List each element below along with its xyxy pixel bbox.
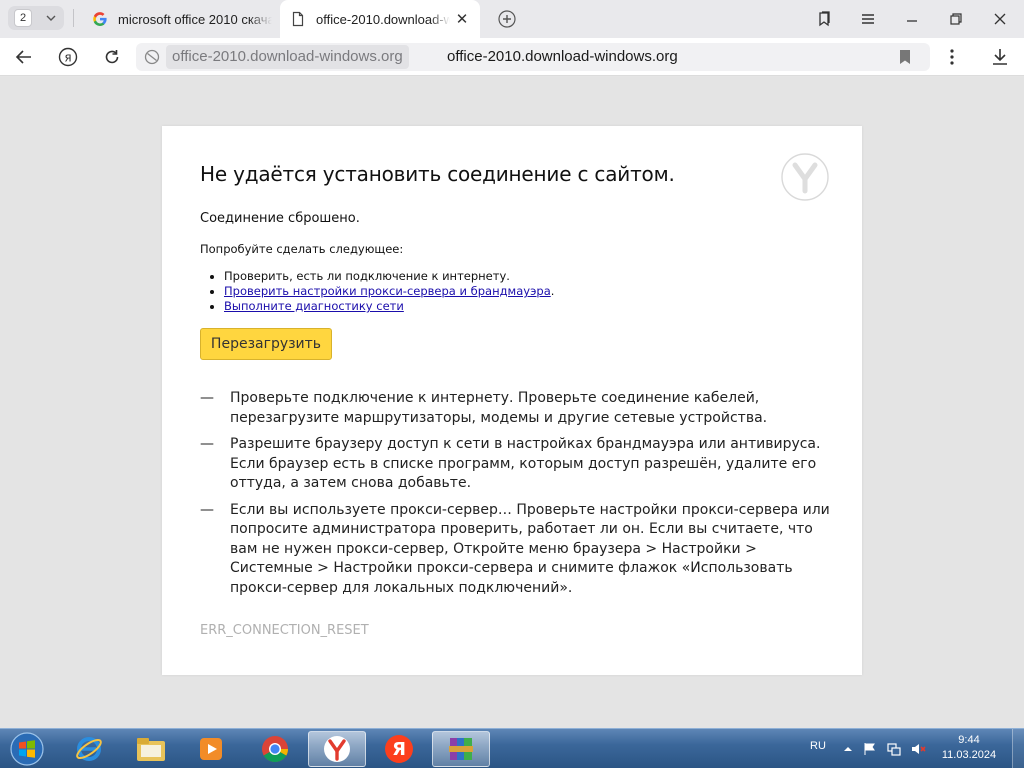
windows-start-icon — [10, 732, 44, 766]
winrar-icon — [449, 738, 473, 760]
start-button[interactable] — [4, 730, 50, 768]
site-info-icon[interactable] — [144, 49, 160, 65]
show-desktop-button[interactable] — [1012, 729, 1024, 768]
advice-text: Если вы используете прокси-сервер… Прове… — [230, 501, 830, 596]
clock-time: 9:44 — [958, 734, 980, 746]
yandex-browser-logo-icon — [781, 153, 829, 201]
reload-page-button[interactable]: Перезагрузить — [200, 328, 332, 360]
advice-list: — Проверьте подключение к интернету. Про… — [200, 389, 830, 605]
try-label: Попробуйте сделать следующее: — [200, 242, 404, 256]
bookmarks-panel-button[interactable] — [812, 7, 836, 31]
close-icon — [994, 13, 1006, 25]
taskbar-file-explorer[interactable] — [122, 731, 180, 767]
taskbar-yandex[interactable]: Я — [370, 731, 428, 767]
network-icon[interactable] — [886, 741, 902, 757]
yandex-icon: Я — [385, 735, 413, 763]
arrow-left-icon — [15, 50, 31, 64]
plus-icon — [498, 10, 516, 28]
action-center-flag-icon[interactable] — [862, 741, 878, 757]
tab-count: 2 — [14, 9, 32, 27]
volume-muted-icon[interactable] — [910, 741, 926, 757]
list-item: Проверить, есть ли подключение к интерне… — [209, 269, 554, 284]
bookmark-icon[interactable] — [896, 48, 914, 66]
address-bar[interactable]: office-2010.download-windows.org office-… — [136, 43, 930, 71]
svg-text:я: я — [64, 51, 71, 65]
error-card: Не удаётся установить соединение с сайто… — [162, 126, 862, 675]
tab-active-site[interactable]: office-2010.download-w ✕ — [280, 0, 480, 38]
hamburger-menu-icon — [862, 14, 874, 24]
chrome-icon — [262, 736, 289, 763]
dash-bullet: — — [200, 501, 214, 518]
back-button[interactable] — [12, 45, 36, 69]
error-subtitle: Соединение сброшено. — [200, 211, 360, 226]
list-item: Выполните диагностику сети — [209, 299, 554, 314]
minimize-button[interactable] — [900, 7, 924, 31]
suggestion-suffix: . — [550, 284, 555, 298]
taskbar-internet-explorer[interactable] — [60, 731, 118, 767]
show-hidden-icons-icon[interactable] — [840, 741, 856, 757]
yandex-browser-icon — [324, 736, 350, 762]
yandex-home-button[interactable]: я — [56, 45, 80, 69]
download-icon — [993, 49, 1007, 65]
language-indicator[interactable]: RU — [810, 740, 826, 752]
svg-text:Я: Я — [392, 739, 406, 760]
advice-item: — Проверьте подключение к интернету. Про… — [200, 389, 830, 428]
advice-item: — Разрешите браузеру доступ к сети в нас… — [200, 435, 830, 494]
media-player-icon — [200, 738, 222, 760]
more-vertical-icon — [950, 49, 954, 65]
tab-divider — [73, 9, 74, 27]
url-text[interactable]: office-2010.download-windows.org — [447, 47, 678, 67]
browser-toolbar: я office-2010.download-windows.org offic… — [0, 38, 1024, 76]
suggestion-text: Проверить, есть ли подключение к интерне… — [224, 269, 510, 283]
refresh-icon — [105, 50, 119, 64]
page-icon — [292, 11, 304, 27]
taskbar-yandex-browser[interactable] — [308, 731, 366, 767]
clock-date: 11.03.2024 — [941, 749, 997, 761]
tab-counter-button[interactable]: 2 — [8, 6, 64, 30]
close-tab-icon[interactable]: ✕ — [454, 11, 470, 28]
google-icon — [93, 12, 107, 26]
tab-google-search[interactable]: microsoft office 2010 скача — [82, 0, 272, 38]
taskbar: Я RU 9:44 11.03.2024 — [0, 728, 1024, 768]
error-code: ERR_CONNECTION_RESET — [200, 623, 369, 638]
proxy-settings-link[interactable]: Проверить настройки прокси-сервера и бра… — [224, 284, 551, 298]
downloads-button[interactable] — [988, 45, 1012, 69]
list-item: Проверить настройки прокси-сервера и бра… — [209, 284, 555, 299]
advice-item: — Если вы используете прокси-сервер… Про… — [200, 501, 830, 599]
reload-button[interactable] — [100, 45, 124, 69]
error-title: Не удаётся установить соединение с сайто… — [200, 162, 675, 186]
advice-text: Проверьте подключение к интернету. Прове… — [230, 390, 768, 426]
menu-button[interactable] — [856, 7, 880, 31]
restore-button[interactable] — [944, 7, 968, 31]
domain-chip[interactable]: office-2010.download-windows.org — [166, 45, 409, 69]
network-diagnostics-link[interactable]: Выполните диагностику сети — [224, 299, 404, 313]
restore-icon — [950, 13, 962, 25]
close-window-button[interactable] — [988, 7, 1012, 31]
file-explorer-icon — [137, 738, 165, 761]
taskbar-chrome[interactable] — [246, 731, 304, 767]
dash-bullet: — — [200, 390, 214, 406]
system-clock[interactable]: 9:44 11.03.2024 — [932, 733, 1006, 763]
minimize-icon — [907, 20, 917, 22]
chevron-down-icon — [46, 15, 56, 21]
taskbar-winrar[interactable] — [432, 731, 490, 767]
bookmarks-icon — [819, 11, 830, 27]
dash-bullet: — — [200, 436, 214, 452]
new-tab-button[interactable] — [495, 7, 519, 31]
internet-explorer-icon — [76, 737, 102, 761]
tab-strip: 2 microsoft office 2010 скача office-201… — [0, 0, 1024, 38]
tab-title: microsoft office 2010 скача — [118, 11, 272, 27]
page-content: Не удаётся установить соединение с сайто… — [0, 77, 1024, 728]
taskbar-media-player[interactable] — [182, 731, 240, 767]
more-button[interactable] — [940, 45, 964, 69]
yandex-ya-icon: я — [58, 47, 78, 67]
tab-title: office-2010.download-w — [316, 11, 450, 27]
suggestion-list: Проверить, есть ли подключение к интерне… — [209, 269, 555, 314]
advice-text: Разрешите браузеру доступ к сети в настр… — [230, 436, 821, 491]
